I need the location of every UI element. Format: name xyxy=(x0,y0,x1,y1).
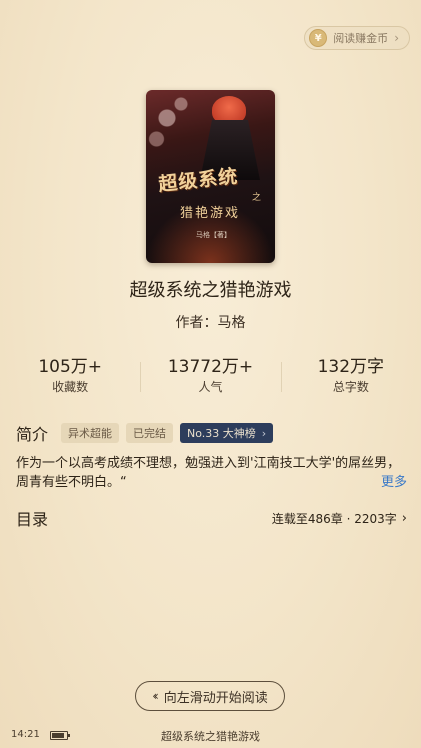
toc-status: 连载至486章 · 2203字 › xyxy=(272,510,407,527)
stat-value: 132万字 xyxy=(317,357,385,377)
stat-label: 收藏数 xyxy=(52,380,89,394)
stat-label: 人气 xyxy=(198,380,223,394)
book-cover[interactable]: 超级系统 之 猎艳游戏 马格【著】 xyxy=(146,90,275,263)
stat-favorites: 105万+ 收藏数 xyxy=(0,356,140,400)
status-tag[interactable]: 已完结 xyxy=(126,423,174,443)
cover-title-connector: 之 xyxy=(252,193,262,203)
author-line[interactable]: 作者：马格 xyxy=(0,312,421,332)
chevron-right-icon: › xyxy=(401,510,407,526)
cover-title-line2: 猎艳游戏 xyxy=(180,206,241,221)
cover-author-mark: 马格【著】 xyxy=(196,231,231,239)
rank-tag-label: No.33 大神榜 xyxy=(187,427,256,440)
stat-value: 105万+ xyxy=(38,357,103,377)
intro-text: 作为一个以高考成绩不理想，勉强进入到'江南技工大学'的屌丝男，周青有些不明白。“ xyxy=(16,456,401,490)
rank-tag[interactable]: No.33 大神榜 › xyxy=(180,423,274,443)
toc-status-text: 连载至486章 · 2203字 xyxy=(271,511,397,526)
cover-figure-head xyxy=(212,96,246,124)
read-earn-coins-button[interactable]: ¥ 阅读赚金币 › xyxy=(304,26,410,50)
stat-value: 13772万+ xyxy=(167,357,254,377)
coin-icon: ¥ xyxy=(309,29,328,47)
book-title: 超级系统之猎艳游戏 xyxy=(129,280,292,301)
intro-label: 简介 xyxy=(16,425,49,444)
cover-petals xyxy=(146,90,216,160)
stat-label: 总字数 xyxy=(332,380,369,394)
start-reading-button[interactable]: ‹‹ 向左滑动开始阅读 xyxy=(135,681,285,711)
stat-word-count: 132万字 总字数 xyxy=(280,356,421,400)
more-button[interactable]: 更多 xyxy=(381,471,407,490)
book-stats: 105万+ 收藏数 13772万+ 人气 132万字 总字数 xyxy=(0,356,421,400)
table-of-contents-row[interactable]: 目录 连载至486章 · 2203字 › xyxy=(16,506,407,530)
book-detail-page: ¥ 阅读赚金币 › 超级系统 之 猎艳游戏 马格【著】 超级系统之猎艳游戏 作者… xyxy=(0,0,421,748)
chevron-right-icon: › xyxy=(261,426,267,440)
stat-popularity: 13772万+ 人气 xyxy=(140,356,280,400)
toc-label: 目录 xyxy=(16,510,49,529)
start-reading-label: 向左滑动开始阅读 xyxy=(163,690,268,706)
read-earn-coins-label: 阅读赚金币 xyxy=(333,32,389,45)
chevron-right-icon: › xyxy=(394,31,399,45)
genre-tag[interactable]: 异术超能 xyxy=(61,423,120,443)
double-chevron-left-icon: ‹‹ xyxy=(152,689,158,703)
footer-book-title: 超级系统之猎艳游戏 xyxy=(161,730,260,743)
intro-header: 简介 异术超能 已完结 No.33 大神榜 › xyxy=(16,422,274,444)
